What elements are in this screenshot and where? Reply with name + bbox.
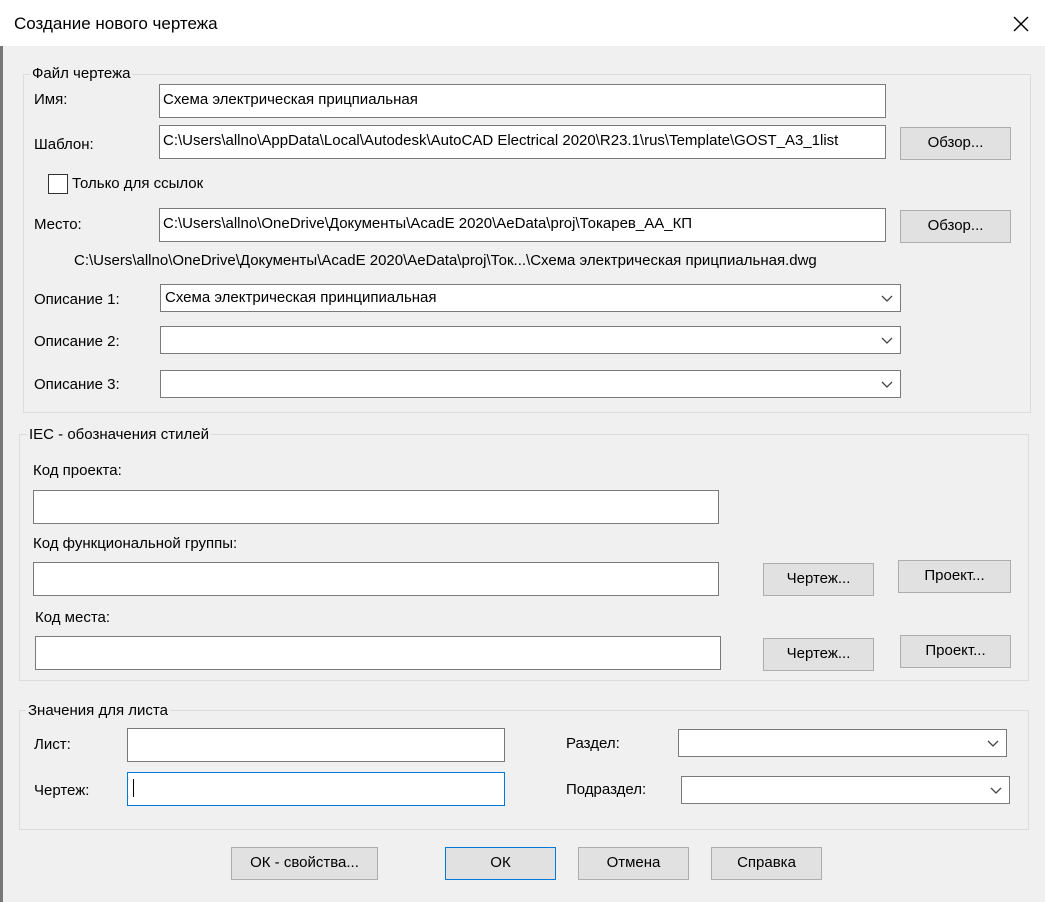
description1-combo[interactable]: Схема электрическая принципиальная — [160, 284, 901, 312]
project-code-label: Код проекта: — [33, 462, 122, 479]
ok-properties-button[interactable]: ОК - свойства... — [231, 847, 378, 880]
close-button[interactable] — [1008, 11, 1034, 37]
description2-combo[interactable] — [160, 326, 901, 354]
name-field[interactable]: Схема электрическая прицпиальная — [159, 84, 886, 118]
text-caret — [133, 779, 134, 798]
location-label: Место: — [34, 216, 82, 233]
chevron-down-icon — [990, 785, 1002, 797]
function-code-label: Код функциональной группы: — [33, 535, 238, 552]
template-browse-button[interactable]: Обзор... — [900, 127, 1011, 160]
sheet-label: Лист: — [34, 736, 71, 753]
chevron-down-icon — [881, 379, 893, 391]
sheet-field[interactable] — [127, 728, 505, 762]
cancel-button[interactable]: Отмена — [578, 847, 689, 880]
ok-button[interactable]: ОК — [445, 847, 556, 880]
description1-value: Схема электрическая принципиальная — [165, 289, 437, 306]
drawing-label: Чертеж: — [34, 782, 90, 799]
close-icon — [1013, 16, 1029, 32]
function-drawing-button[interactable]: Чертеж... — [763, 563, 874, 596]
subsection-label: Подраздел: — [566, 781, 647, 798]
location-browse-button[interactable]: Обзор... — [900, 210, 1011, 243]
description1-label: Описание 1: — [34, 291, 120, 308]
location-field[interactable]: C:\Users\allno\OneDrive\Документы\AcadE … — [159, 208, 886, 242]
full-path-text: C:\Users\allno\OneDrive\Документы\AcadE … — [74, 252, 817, 269]
location-project-button[interactable]: Проект... — [900, 635, 1011, 668]
sheet-group-legend: Значения для листа — [26, 702, 170, 719]
function-code-field[interactable] — [33, 562, 719, 596]
window-title: Создание нового чертежа — [14, 14, 218, 33]
location-code-field[interactable] — [35, 636, 721, 670]
reference-only-label: Только для ссылок — [72, 175, 204, 192]
location-drawing-button[interactable]: Чертеж... — [763, 638, 874, 671]
file-group-legend: Файл чертежа — [30, 65, 133, 82]
section-label: Раздел: — [566, 735, 620, 752]
background-window-edge — [0, 0, 3, 902]
description2-label: Описание 2: — [34, 333, 120, 350]
reference-only-checkbox[interactable] — [48, 174, 68, 194]
name-label: Имя: — [34, 91, 68, 108]
drawing-field[interactable] — [127, 772, 505, 806]
chevron-down-icon — [881, 293, 893, 305]
project-code-field[interactable] — [33, 490, 719, 524]
description3-label: Описание 3: — [34, 376, 120, 393]
chevron-down-icon — [987, 738, 999, 750]
section-combo[interactable] — [678, 729, 1007, 757]
location-code-label: Код места: — [35, 609, 111, 626]
description3-combo[interactable] — [160, 370, 901, 398]
subsection-combo[interactable] — [681, 776, 1010, 804]
chevron-down-icon — [881, 335, 893, 347]
function-project-button[interactable]: Проект... — [898, 560, 1011, 593]
iec-group-legend: IEC - обозначения стилей — [27, 426, 211, 443]
template-label: Шаблон: — [34, 136, 94, 153]
help-button[interactable]: Справка — [711, 847, 822, 880]
template-field[interactable]: C:\Users\allno\AppData\Local\Autodesk\Au… — [159, 125, 886, 159]
